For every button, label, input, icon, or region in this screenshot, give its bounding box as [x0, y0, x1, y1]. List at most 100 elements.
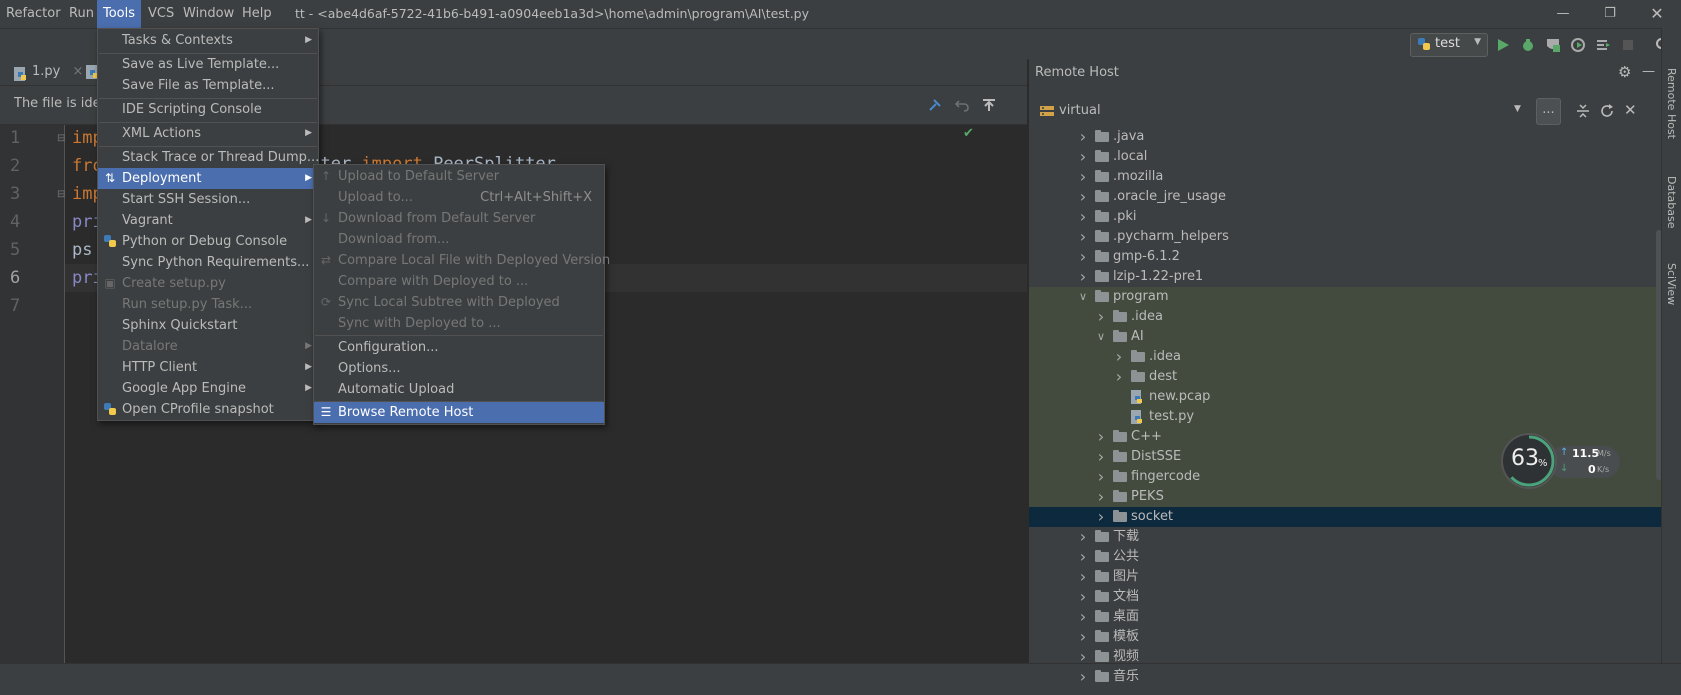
profile-icon[interactable]	[1570, 37, 1586, 53]
chevron-down-icon[interactable]: ∨	[1077, 287, 1089, 307]
tab-close-icon[interactable]: ×	[73, 64, 84, 79]
run-config-selector[interactable]: test ▼	[1410, 33, 1488, 57]
side-tab-database[interactable]: Database	[1665, 176, 1678, 229]
chevron-right-icon[interactable]: ›	[1077, 607, 1089, 627]
chevron-right-icon[interactable]: ›	[1077, 647, 1089, 667]
chevron-down-icon[interactable]: ▼	[1514, 104, 1521, 114]
menu-item-vagrant[interactable]: Vagrant ▶	[98, 210, 318, 231]
menu-item-ide-scripting-console[interactable]: IDE Scripting Console	[98, 99, 318, 120]
menu-item-xml-actions[interactable]: XML Actions ▶	[98, 123, 318, 144]
chevron-right-icon[interactable]: ›	[1095, 307, 1107, 327]
menu-item-deployment[interactable]: ⇅ Deployment ▶	[98, 168, 318, 189]
menu-item-datalore[interactable]: Datalore ▶	[98, 336, 318, 357]
tree-folder-item[interactable]: › .idea	[1029, 307, 1662, 327]
menu-item-compare-local-file[interactable]: ⇄ Compare Local File with Deployed Versio…	[314, 250, 610, 271]
undo-icon[interactable]	[954, 98, 969, 116]
tree-file-item[interactable]: test.py	[1029, 407, 1662, 427]
menu-item-automatic-upload[interactable]: Automatic Upload	[314, 379, 604, 400]
hide-icon[interactable]: —	[1642, 59, 1655, 85]
menu-item-stack-trace[interactable]: Stack Trace or Thread Dump...	[98, 147, 319, 168]
menu-item-save-file-template[interactable]: Save File as Template...	[98, 75, 318, 96]
chevron-right-icon[interactable]: ›	[1077, 567, 1089, 587]
chevron-right-icon[interactable]: ›	[1113, 367, 1125, 387]
menu-item-open-cprofile-snapshot[interactable]: Open CProfile snapshot	[98, 399, 318, 420]
tree-folder-item[interactable]: ∨ AI	[1029, 327, 1662, 347]
chevron-right-icon[interactable]: ›	[1077, 547, 1089, 567]
close-icon[interactable]: ✕	[1647, 4, 1667, 24]
tree-folder-item[interactable]: › dest	[1029, 367, 1662, 387]
menu-vcs[interactable]: VCS	[142, 0, 180, 28]
menu-item-options[interactable]: Options...	[314, 358, 604, 379]
tree-folder-item[interactable]: › PEKS	[1029, 487, 1662, 507]
menu-item-sync-with-deployed[interactable]: Sync with Deployed to ...	[314, 313, 604, 334]
tree-folder-item[interactable]: › .idea	[1029, 347, 1662, 367]
chevron-right-icon[interactable]: ›	[1077, 587, 1089, 607]
chevron-right-icon[interactable]: ›	[1095, 467, 1107, 487]
stop-icon[interactable]	[1620, 37, 1636, 53]
collapse-all-icon[interactable]	[1576, 104, 1590, 122]
chevron-right-icon[interactable]: ›	[1077, 127, 1089, 147]
menu-item-sync-python-requirements[interactable]: Sync Python Requirements...	[98, 252, 318, 273]
menu-refactor[interactable]: Refactor	[0, 0, 67, 28]
side-tab-remote-host[interactable]: Remote Host	[1665, 68, 1678, 139]
tree-folder-item[interactable]: › 视频	[1029, 647, 1662, 667]
menu-item-save-live-template[interactable]: Save as Live Template...	[98, 54, 318, 75]
restore-icon[interactable]: ❐	[1600, 4, 1620, 24]
menu-tools[interactable]: Tools	[97, 0, 142, 28]
side-tab-sciview[interactable]: SciView	[1665, 263, 1678, 305]
debug-icon[interactable]	[1520, 37, 1536, 53]
menu-item-browse-remote-host[interactable]: ☰ Browse Remote Host	[314, 402, 604, 423]
chevron-right-icon[interactable]: ›	[1077, 227, 1089, 247]
chevron-right-icon[interactable]: ›	[1077, 267, 1089, 287]
menu-item-upload-default-server[interactable]: ↑ Upload to Default Server	[314, 166, 604, 187]
menu-item-http-client[interactable]: HTTP Client ▶	[98, 357, 318, 378]
tree-folder-item[interactable]: › socket	[1029, 507, 1662, 527]
tree-folder-item[interactable]: › 文档	[1029, 587, 1662, 607]
chevron-right-icon[interactable]: ›	[1113, 347, 1125, 367]
tree-folder-item[interactable]: › 图片	[1029, 567, 1662, 587]
tree-folder-item[interactable]: › 桌面	[1029, 607, 1662, 627]
chevron-right-icon[interactable]: ›	[1077, 247, 1089, 267]
menu-item-run-setup-py-task[interactable]: Run setup.py Task...	[98, 294, 318, 315]
menu-help[interactable]: Help	[236, 0, 278, 28]
chevron-right-icon[interactable]: ›	[1077, 167, 1089, 187]
chevron-right-icon[interactable]: ›	[1077, 147, 1089, 167]
server-selector[interactable]: virtual	[1059, 103, 1101, 118]
menu-item-start-ssh-session[interactable]: Start SSH Session...	[98, 189, 318, 210]
menu-item-google-app-engine[interactable]: Google App Engine ▶	[98, 378, 318, 399]
menu-item-upload-to[interactable]: Upload to... Ctrl+Alt+Shift+X	[314, 187, 604, 208]
refresh-icon[interactable]	[1600, 104, 1614, 122]
minimize-icon[interactable]: —	[1553, 4, 1573, 24]
tree-folder-item[interactable]: › 公共	[1029, 547, 1662, 567]
chevron-right-icon[interactable]: ›	[1095, 507, 1107, 527]
chevron-right-icon[interactable]: ›	[1095, 487, 1107, 507]
tree-folder-item[interactable]: › .local	[1029, 147, 1662, 167]
menu-item-sphinx-quickstart[interactable]: Sphinx Quickstart	[98, 315, 318, 336]
tree-folder-item[interactable]: › .pycharm_helpers	[1029, 227, 1662, 247]
tree-folder-item[interactable]: ∨ program	[1029, 287, 1662, 307]
tree-folder-item[interactable]: › 下载	[1029, 527, 1662, 547]
tab-1-py[interactable]: 1.py ×	[6, 59, 91, 85]
tree-folder-item[interactable]: › .mozilla	[1029, 167, 1662, 187]
tree-folder-item[interactable]: › 模板	[1029, 627, 1662, 647]
chevron-right-icon[interactable]: ›	[1095, 447, 1107, 467]
tree-folder-item[interactable]: › lzip-1.22-pre1	[1029, 267, 1662, 287]
fold-icon[interactable]: ⊟	[57, 189, 65, 200]
chevron-right-icon[interactable]: ›	[1077, 187, 1089, 207]
more-button[interactable]: ...	[1536, 98, 1561, 125]
tree-file-item[interactable]: new.pcap	[1029, 387, 1662, 407]
tree-folder-item[interactable]: › .java	[1029, 127, 1662, 147]
gear-icon[interactable]: ⚙	[1618, 59, 1631, 85]
menu-item-sync-local-subtree[interactable]: ⟳ Sync Local Subtree with Deployed	[314, 292, 604, 313]
tree-folder-item[interactable]: › 音乐	[1029, 667, 1662, 687]
menu-item-tasks-contexts[interactable]: Tasks & Contexts ▶	[98, 30, 318, 51]
run-icon[interactable]	[1495, 37, 1511, 53]
menu-item-configuration[interactable]: Configuration...	[314, 337, 604, 358]
menu-item-python-debug-console[interactable]: Python or Debug Console	[98, 231, 318, 252]
menu-item-download-from[interactable]: Download from...	[314, 229, 604, 250]
chevron-right-icon[interactable]: ›	[1095, 427, 1107, 447]
chevron-right-icon[interactable]: ›	[1077, 667, 1089, 687]
close-icon[interactable]: ✕	[1624, 101, 1637, 119]
menu-item-create-setup-py[interactable]: ▣ Create setup.py	[98, 273, 318, 294]
upload-icon[interactable]	[982, 98, 996, 116]
